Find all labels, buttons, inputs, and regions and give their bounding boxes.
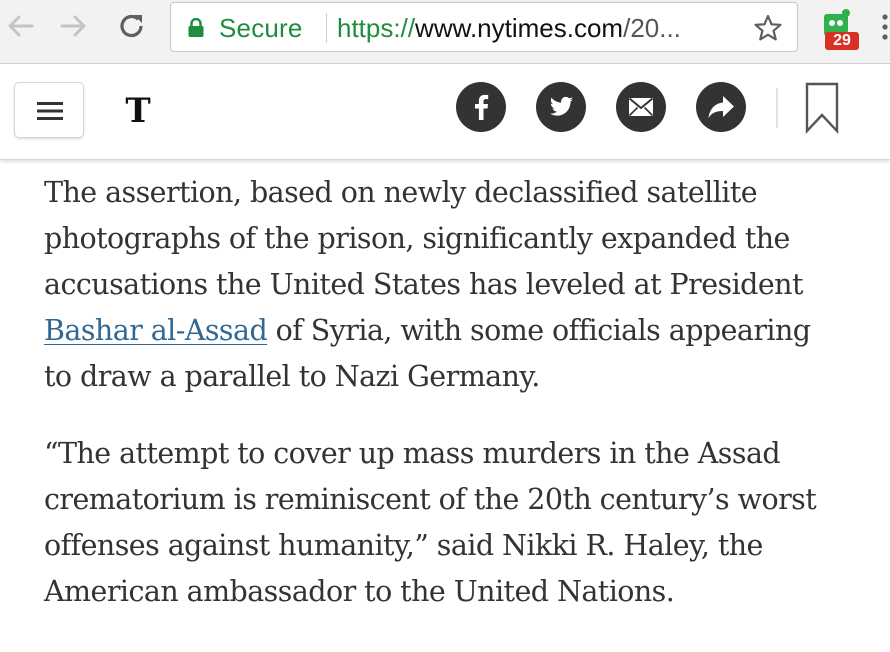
address-bar[interactable]: Secure https://www.nytimes.com/20... <box>170 2 798 52</box>
facebook-icon <box>475 94 489 120</box>
forward-arrow-icon <box>60 15 86 37</box>
extension-badge: 29 <box>825 32 859 50</box>
bookmark-icon[interactable] <box>804 82 840 134</box>
nyt-logo[interactable]: T <box>121 91 155 131</box>
facebook-share-button[interactable] <box>456 82 506 132</box>
email-share-button[interactable] <box>616 82 666 132</box>
article-paragraph: “The attempt to cover up mass murders in… <box>44 431 874 615</box>
browser-menu-icon[interactable] <box>876 10 890 44</box>
paragraph-line: photographs of the prison, significantly… <box>44 222 790 255</box>
menu-button[interactable] <box>14 82 84 138</box>
article-paragraph: The assertion, based on newly declassifi… <box>44 170 874 400</box>
paragraph-line: crematorium is reminiscent of the 20th c… <box>44 483 817 516</box>
paragraph-line: accusations the United States has levele… <box>44 268 803 301</box>
reload-button[interactable] <box>114 8 150 44</box>
paragraph-line: to draw a parallel to Nazi Germany. <box>44 360 540 393</box>
share-arrow-icon <box>708 96 734 118</box>
hamburger-icon <box>37 102 63 120</box>
lock-icon <box>188 18 204 37</box>
url-scheme: https:// <box>337 13 416 43</box>
twitter-share-button[interactable] <box>536 82 586 132</box>
toolbar-divider <box>776 88 778 128</box>
share-more-button[interactable] <box>696 82 746 132</box>
paragraph-line: “The attempt to cover up mass murders in… <box>44 437 781 470</box>
forward-button[interactable] <box>56 8 92 44</box>
secure-label: Secure <box>219 13 303 43</box>
url-text[interactable]: https://www.nytimes.com/20... <box>337 11 681 45</box>
browser-toolbar: Secure https://www.nytimes.com/20... 29 <box>0 0 890 64</box>
star-icon[interactable] <box>753 13 783 43</box>
back-button[interactable] <box>2 8 38 44</box>
paragraph-line: The assertion, based on newly declassifi… <box>44 176 758 209</box>
reload-icon <box>120 14 143 38</box>
email-icon <box>628 97 654 117</box>
paragraph-line: American ambassador to the United Nation… <box>44 575 675 608</box>
paragraph-line: of Syria, with some officials appearing <box>267 314 811 347</box>
url-path: /20... <box>623 13 681 43</box>
bashar-al-assad-link[interactable]: Bashar al-Assad <box>44 314 268 347</box>
url-divider <box>326 13 327 43</box>
twitter-icon <box>549 96 573 116</box>
article-body: The assertion, based on newly declassifi… <box>44 170 874 615</box>
paragraph-line: offenses against humanity,” said Nikki R… <box>44 529 763 562</box>
site-header: T <box>0 64 890 160</box>
back-arrow-icon <box>8 15 34 37</box>
url-host: www.nytimes.com <box>415 13 624 43</box>
